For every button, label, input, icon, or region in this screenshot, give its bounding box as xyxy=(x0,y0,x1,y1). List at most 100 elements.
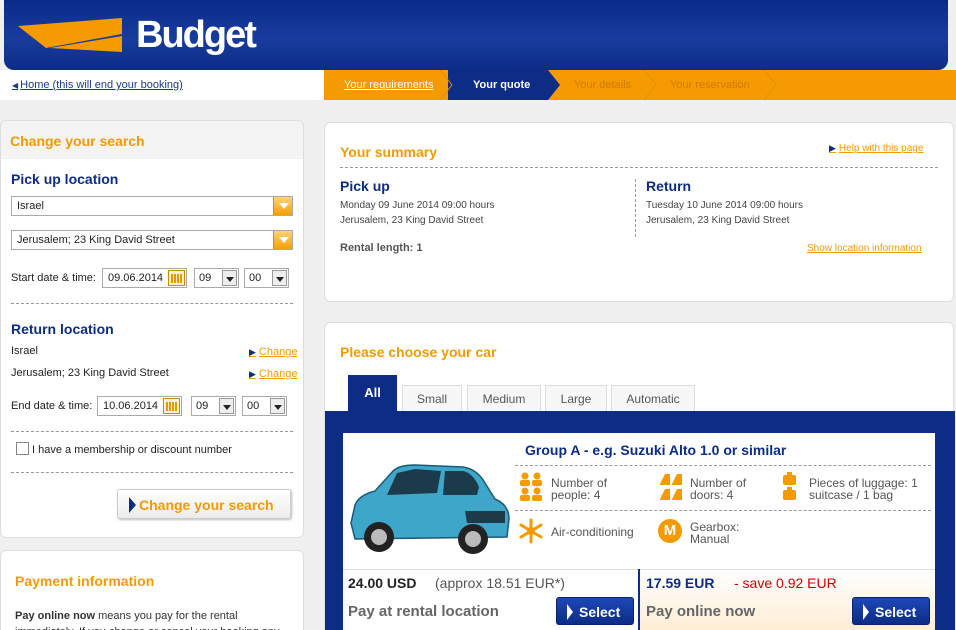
breadcrumb-bar: ◀ Home (this will end your booking) Your … xyxy=(0,70,956,100)
change-search-button[interactable]: Change your search xyxy=(117,489,291,519)
return-country: Israel xyxy=(11,345,38,357)
help-link[interactable]: ▶ Help with this page xyxy=(829,143,923,154)
tab-medium[interactable]: Medium xyxy=(467,385,541,412)
summary-return-location: Jerusalem, 23 King David Street xyxy=(646,215,790,226)
change-label: Change xyxy=(258,346,298,358)
pay-later-option: 24.00 USD (approx 18.51 EUR*) Pay at ren… xyxy=(343,569,639,630)
tab-automatic[interactable]: Automatic xyxy=(611,385,695,412)
payment-info-title: Payment information xyxy=(15,573,155,589)
divider xyxy=(635,179,636,237)
pay-now-option: 17.59 EUR - save 0.92 EUR Pay online now… xyxy=(640,569,935,630)
pay-later-price: 24.00 USD xyxy=(348,575,417,591)
feature-doors: Number of doors: 4 xyxy=(690,476,747,502)
end-hour-select[interactable]: 09 xyxy=(191,396,236,416)
car-card: Group A - e.g. Suzuki Alto 1.0 or simila… xyxy=(343,433,935,630)
step-separators xyxy=(439,70,777,100)
feature-people: Number of people: 4 xyxy=(551,476,608,502)
gearbox-letter: M xyxy=(663,522,677,539)
rental-length-label: Rental length: xyxy=(340,242,414,254)
start-hour-select[interactable]: 09 xyxy=(194,268,239,288)
pay-later-label: Pay at rental location xyxy=(348,603,499,620)
pickup-location-heading: Pick up location xyxy=(11,171,119,187)
pickup-country-select[interactable]: Israel xyxy=(11,196,293,216)
payment-info-text: Pay online now means you pay for the ren… xyxy=(15,608,295,630)
pickup-location-select[interactable]: Jerusalem; 23 King David Street xyxy=(11,230,293,250)
pickup-location-value: Jerusalem; 23 King David Street xyxy=(17,234,175,246)
price-row: 24.00 USD (approx 18.51 EUR*) Pay at ren… xyxy=(343,569,935,630)
snowflake-icon xyxy=(519,518,543,544)
payment-info-bold: Pay online now xyxy=(15,610,96,622)
summary-pickup-heading: Pick up xyxy=(340,178,390,194)
summary-return-heading: Return xyxy=(646,178,692,194)
help-link-label: Help with this page xyxy=(838,143,924,154)
chevron-right-icon: ▶ xyxy=(249,347,256,357)
chevron-down-icon xyxy=(273,231,292,249)
start-hour-value: 09 xyxy=(199,272,212,284)
select-button-label: Select xyxy=(579,604,621,620)
calendar-icon[interactable] xyxy=(163,398,180,414)
home-link-label: Home (this will end your booking) xyxy=(20,79,183,91)
show-location-link[interactable]: Show location information xyxy=(807,243,922,254)
doors-icon xyxy=(660,474,682,500)
tab-large[interactable]: Large xyxy=(545,385,607,412)
chevron-down-icon xyxy=(273,197,292,215)
pickup-country-value: Israel xyxy=(17,200,44,212)
end-date-label: End date & time: xyxy=(11,400,93,412)
end-date-value: 10.06.2014 xyxy=(103,400,159,412)
chevron-down-icon xyxy=(270,398,285,414)
rental-length-value: 1 xyxy=(416,242,423,254)
calendar-icon[interactable] xyxy=(168,270,185,286)
chevron-down-icon xyxy=(272,270,287,286)
change-search-title: Change your search xyxy=(10,133,145,149)
chevron-right-icon xyxy=(567,604,573,620)
choose-car-title: Please choose your car xyxy=(340,344,497,360)
summary-return-datetime: Tuesday 10 June 2014 09:00 hours xyxy=(646,200,803,211)
tab-small[interactable]: Small xyxy=(402,385,462,412)
pay-later-approx: (approx 18.51 EUR*) xyxy=(435,575,565,591)
rental-length: Rental length: 1 xyxy=(340,242,423,254)
start-date-value: 09.06.2014 xyxy=(108,272,164,284)
divider xyxy=(515,465,931,466)
summary-title: Your summary xyxy=(340,144,437,160)
end-minute-select[interactable]: 00 xyxy=(242,396,287,416)
car-image xyxy=(350,464,510,554)
home-link[interactable]: ◀ Home (this will end your booking) xyxy=(12,79,183,91)
start-minute-select[interactable]: 00 xyxy=(244,268,289,288)
gearbox-icon: M xyxy=(658,519,682,543)
end-date-input[interactable]: 10.06.2014 xyxy=(97,396,182,416)
choose-car-panel: Please choose your car All Small Medium … xyxy=(324,322,955,630)
divider xyxy=(340,167,938,168)
membership-checkbox[interactable] xyxy=(16,442,29,455)
chevron-left-icon: ◀ xyxy=(12,81,19,90)
start-date-input[interactable]: 09.06.2014 xyxy=(102,268,187,288)
summary-pickup-datetime: Monday 09 June 2014 09:00 hours xyxy=(340,200,495,211)
your-summary-panel: Your summary ▶ Help with this page Pick u… xyxy=(324,122,954,302)
return-location: Jerusalem; 23 King David Street xyxy=(11,367,169,379)
pay-now-label: Pay online now xyxy=(646,603,756,620)
summary-pickup-location: Jerusalem, 23 King David Street xyxy=(340,215,484,226)
logo-text: Budget xyxy=(136,14,257,56)
feature-gearbox: Gearbox: Manual xyxy=(690,520,740,546)
chevron-right-icon xyxy=(863,604,869,620)
budget-logo[interactable]: Budget xyxy=(18,12,257,58)
change-return-country-link[interactable]: ▶ Change xyxy=(249,346,297,358)
divider xyxy=(11,431,293,432)
booking-steps: Your requirements Your quote Your detail… xyxy=(324,70,956,100)
feature-luggage: Pieces of luggage: 1 suitcase / 1 bag xyxy=(809,476,918,502)
change-return-location-link[interactable]: ▶ Change xyxy=(249,368,297,380)
people-icon xyxy=(520,472,542,501)
change-search-panel: Change your search Pick up location Isra… xyxy=(0,120,304,538)
divider xyxy=(515,510,931,511)
chevron-right-icon xyxy=(129,497,136,513)
page-root: Budget ◀ Home (this will end your booking… xyxy=(0,0,956,630)
chevron-right-icon: ▶ xyxy=(249,369,256,379)
site-header: Budget xyxy=(0,0,956,70)
select-pay-now-button[interactable]: Select xyxy=(852,597,930,625)
change-search-button-label: Change your search xyxy=(139,497,274,513)
divider xyxy=(11,303,293,304)
select-pay-later-button[interactable]: Select xyxy=(556,597,634,625)
start-minute-value: 00 xyxy=(249,272,262,284)
pay-now-saving: - save 0.92 EUR xyxy=(734,575,837,591)
tab-all[interactable]: All xyxy=(348,375,397,412)
pay-now-price: 17.59 EUR xyxy=(646,575,715,591)
